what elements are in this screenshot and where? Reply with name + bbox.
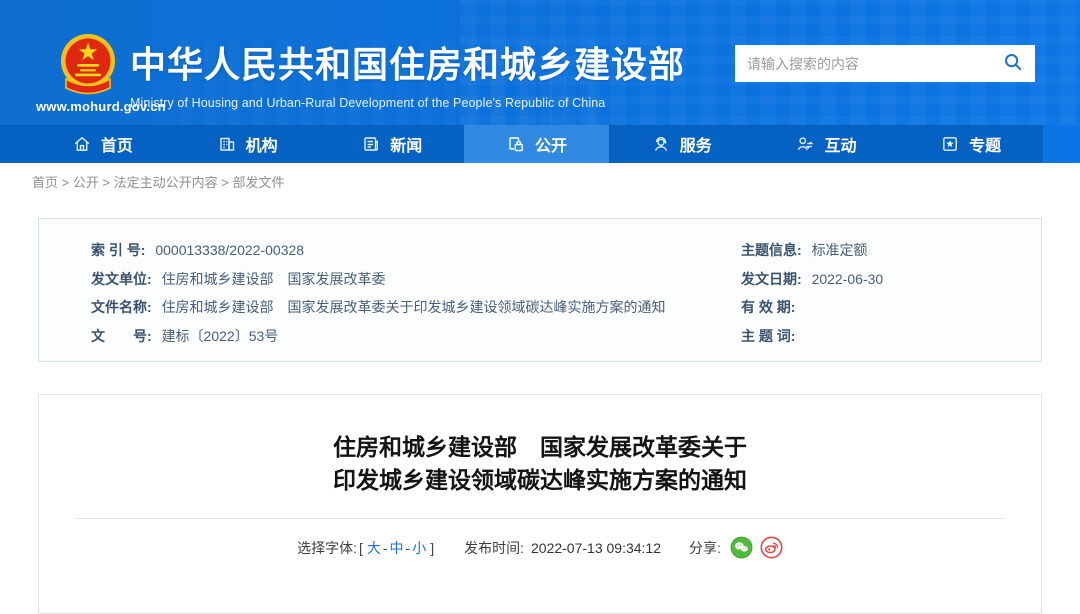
document-metadata-box: 索 引 号: 000013338/2022-00328 发文单位: 住房和城乡建… [38, 218, 1042, 362]
search-box [735, 45, 1035, 82]
meta-row-issuing-unit: 发文单位: 住房和城乡建设部 国家发展改革委 [91, 269, 701, 298]
site-title-chinese: 中华人民共和国住房和城乡建设部 [130, 44, 686, 85]
meta-label: 发文单位: [91, 270, 152, 287]
font-size-medium-link[interactable]: 中 [390, 538, 404, 558]
meta-row-document-name: 文件名称: 住房和城乡建设部 国家发展改革委关于印发城乡建设领域碳达峰实施方案的… [91, 297, 701, 326]
nav-label: 专题 [969, 138, 1002, 155]
nav-item-topics[interactable]: 专题 [898, 125, 1043, 163]
wechat-share-icon[interactable] [730, 536, 753, 559]
bracket: [ [358, 539, 363, 556]
meta-label: 有 效 期: [741, 299, 796, 315]
search-button[interactable] [1003, 52, 1023, 75]
meta-row-index-number: 索 引 号: 000013338/2022-00328 [91, 240, 701, 269]
font-select-label: 选择字体: [297, 539, 357, 556]
home-icon [72, 134, 92, 154]
meta-row-topic-info: 主题信息: 标准定额 [741, 240, 1041, 269]
meta-label: 主题信息: [741, 242, 802, 258]
national-emblem-logo [57, 31, 119, 104]
meta-label: 主 题 词: [741, 327, 796, 344]
article-title: 住房和城乡建设部 国家发展改革委关于 印发城乡建设领域碳达峰实施方案的通知 [39, 431, 1041, 497]
meta-row-document-number: 文 号: 建标〔2022〕53号 [91, 326, 701, 355]
nav-item-home[interactable]: 首页 [30, 125, 175, 163]
publish-time-label: 发布时间: [464, 539, 524, 556]
nav-label: 机构 [245, 138, 278, 155]
meta-value: 住房和城乡建设部 国家发展改革委关于印发城乡建设领域碳达峰实施方案的通知 [161, 299, 666, 315]
nav-label: 首页 [100, 138, 133, 155]
font-size-large-link[interactable]: 大 [367, 538, 381, 558]
font-size-small-link[interactable]: 小 [412, 538, 426, 558]
meta-label: 文 号: [91, 327, 152, 344]
bracket: ] [430, 539, 435, 556]
breadcrumb[interactable]: 首页 > 公开 > 法定主动公开内容 > 部发文件 [32, 172, 284, 191]
meta-label: 索 引 号: [91, 242, 146, 258]
meta-value: 标准定额 [811, 242, 868, 258]
service-agent-icon [651, 134, 671, 154]
nav-item-news[interactable]: 新闻 [319, 125, 464, 163]
meta-value: 建标〔2022〕53号 [161, 327, 279, 344]
share-label: 分享: [689, 539, 721, 556]
meta-row-issue-date: 发文日期: 2022-06-30 [741, 269, 1041, 298]
nav-item-interaction[interactable]: 互动 [754, 125, 899, 163]
nav-item-organization[interactable]: 机构 [175, 125, 320, 163]
nav-label: 互动 [824, 138, 857, 155]
nav-item-disclosure[interactable]: 公开 [464, 125, 609, 163]
documents-lock-icon [506, 134, 526, 154]
person-arrows-icon [795, 134, 815, 154]
article-title-line2: 印发城乡建设领域碳达峰实施方案的通知 [333, 467, 747, 493]
building-icon [217, 134, 237, 154]
meta-row-keywords: 主 题 词: [741, 326, 1041, 355]
star-box-icon [940, 134, 960, 154]
search-icon [1003, 52, 1023, 75]
nav-item-services[interactable]: 服务 [609, 125, 754, 163]
share-group: 分享: [689, 536, 783, 559]
separator: - [405, 539, 411, 556]
meta-value: 2022-06-30 [811, 270, 884, 287]
meta-label: 文件名称: [91, 299, 152, 315]
nav-label: 服务 [679, 138, 712, 155]
font-size-selector: 选择字体: [ 大 - 中 - 小 ] [297, 538, 436, 558]
site-banner: www.mohurd.gov.cn 中华人民共和国住房和城乡建设部 Minist… [0, 0, 1080, 163]
nav-label: 新闻 [390, 138, 423, 155]
nav-label: 公开 [535, 138, 568, 155]
title-divider [76, 518, 1004, 519]
main-navigation: 首页 机构 新闻 公开 服务 互动 专题 [0, 125, 1043, 163]
publish-time-value: 2022-07-13 09:34:12 [531, 539, 661, 556]
search-input[interactable] [747, 55, 1003, 72]
publish-time-group: 发布时间: 2022-07-13 09:34:12 [464, 538, 661, 558]
article-meta-bar: 选择字体: [ 大 - 中 - 小 ] 发布时间: 2022-07-13 09:… [39, 536, 1041, 559]
meta-label: 发文日期: [741, 270, 802, 287]
separator: - [382, 539, 388, 556]
meta-value: 住房和城乡建设部 国家发展改革委 [161, 270, 386, 287]
article-title-line1: 住房和城乡建设部 国家发展改革委关于 [333, 434, 747, 460]
article-panel: 住房和城乡建设部 国家发展改革委关于 印发城乡建设领域碳达峰实施方案的通知 选择… [38, 394, 1042, 614]
meta-row-validity: 有 效 期: [741, 297, 1041, 326]
meta-value: 000013338/2022-00328 [155, 242, 305, 258]
weibo-share-icon[interactable] [760, 536, 783, 559]
newspaper-icon [361, 134, 381, 154]
site-title-english: Ministry of Housing and Urban-Rural Deve… [130, 96, 606, 110]
